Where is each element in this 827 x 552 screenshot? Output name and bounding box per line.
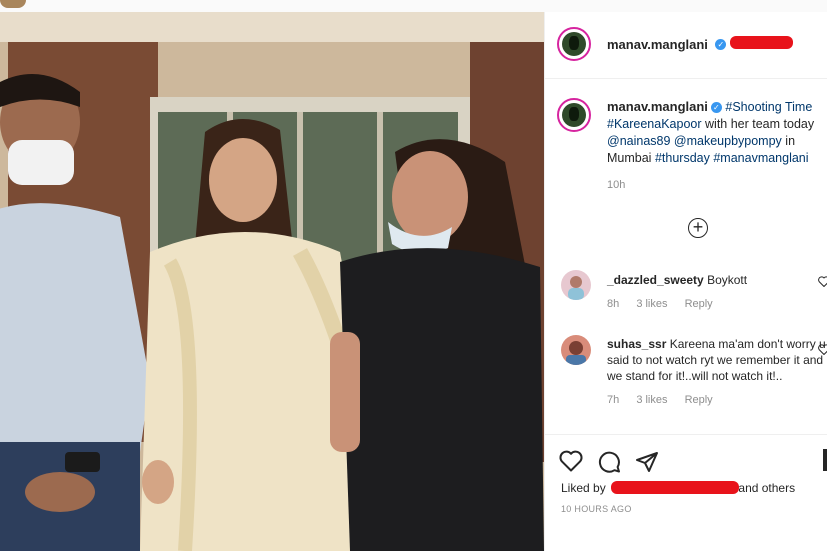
comment-meta: 8h 3 likes Reply	[607, 296, 827, 312]
comment-age: 8h	[607, 298, 620, 310]
mention-nainas89[interactable]: @nainas89	[607, 134, 670, 148]
comment-meta: 7h 3 likes Reply	[607, 392, 827, 408]
comment-item: _dazzled_sweety Boykott 8h 3 likes Reply	[607, 272, 827, 312]
bookmark-icon[interactable]	[823, 449, 827, 471]
caption-age: 10h	[607, 179, 626, 191]
comment-likes[interactable]: 3 likes	[636, 394, 667, 406]
avatar-image	[562, 32, 586, 56]
post-photo-illustration	[0, 12, 544, 551]
header-username[interactable]: manav.manglani	[607, 37, 708, 52]
hashtag-kareenakapoor[interactable]: #KareenaKapoor	[607, 117, 702, 131]
liked-by-prefix: Liked by	[561, 481, 606, 495]
caption-avatar[interactable]	[557, 98, 591, 132]
comment-avatar[interactable]	[561, 335, 591, 365]
verified-badge-icon: ✓	[710, 102, 722, 114]
paper-plane-icon[interactable]	[635, 450, 659, 479]
comment-reply-button[interactable]: Reply	[685, 394, 713, 406]
caption-username[interactable]: manav.manglani	[607, 99, 708, 114]
comment-username[interactable]: suhas_ssr	[607, 337, 666, 351]
redaction-liked-by	[611, 481, 739, 494]
caption-word-time: Time	[784, 100, 813, 114]
comment-item: suhas_ssr Kareena ma'am don't worry u sa…	[607, 336, 827, 408]
avatar-image	[561, 335, 591, 365]
mention-makeupbypompy[interactable]: @makeupbypompy	[674, 134, 782, 148]
author-avatar[interactable]	[557, 27, 591, 61]
comment-likes[interactable]: 3 likes	[636, 298, 667, 310]
liked-by-suffix[interactable]: and others	[738, 481, 795, 495]
heart-icon[interactable]	[818, 344, 827, 358]
hashtag-thursday[interactable]: #thursday	[655, 151, 710, 165]
comment-icon[interactable]	[597, 450, 621, 479]
comment-username[interactable]: _dazzled_sweety	[607, 273, 704, 287]
post-header: manav.manglani ✓ •	[545, 12, 827, 79]
hashtag-manavmanglani[interactable]: #manavmanglani	[713, 151, 808, 165]
post-details-panel: manav.manglani ✓ • manav.manglani✓ #Shoo…	[544, 12, 827, 551]
caption-text-1: with her team today	[705, 117, 815, 131]
avatar-image	[562, 103, 586, 127]
plus-circle-icon[interactable]: +	[688, 218, 708, 238]
heart-icon[interactable]	[818, 276, 827, 290]
hashtag-shooting[interactable]: #Shooting	[725, 100, 781, 114]
post-caption: manav.manglani ✓ #Shooting Time #KareenaK…	[607, 98, 827, 194]
top-avatar-fragment	[0, 0, 26, 8]
post-photo[interactable]	[0, 12, 544, 551]
comment-avatar[interactable]	[561, 270, 591, 300]
heart-icon[interactable]	[559, 450, 583, 477]
header-author: manav.manglani ✓ •	[607, 36, 738, 54]
comment-age: 7h	[607, 394, 620, 406]
verified-badge-icon: ✓	[715, 39, 727, 51]
avatar-image	[561, 270, 591, 300]
comment-text: Boykott	[707, 273, 748, 287]
post-time-ago[interactable]: 10 HOURS AGO	[561, 504, 632, 514]
redaction-header	[730, 36, 793, 49]
comment-reply-button[interactable]: Reply	[685, 298, 713, 310]
